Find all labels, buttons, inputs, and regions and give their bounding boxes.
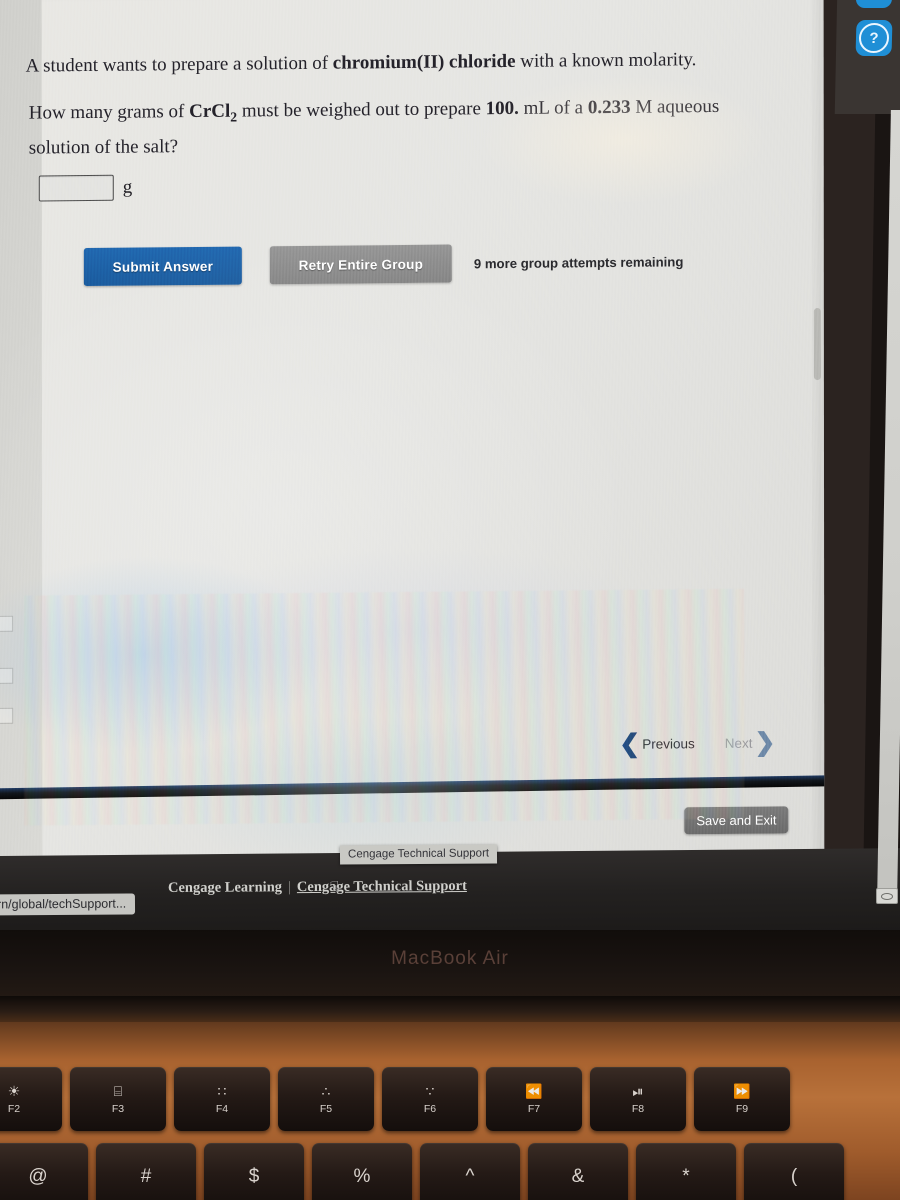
window-resize-icon[interactable] — [876, 888, 898, 904]
attempts-remaining-text: 9 more group attempts remaining — [473, 253, 684, 271]
key-f4-label: F4 — [215, 1103, 229, 1115]
question-prompt: How many grams of CrCl2 must be weighed … — [29, 92, 759, 163]
key-f3[interactable]: ⌸ F3 — [70, 1067, 166, 1131]
key-4[interactable]: $ — [204, 1143, 304, 1200]
key-5[interactable]: % — [312, 1143, 412, 1200]
footer-separator: | — [287, 879, 291, 896]
question-statement-post: with a known molarity. — [515, 49, 697, 72]
fast-forward-icon: ⏩ — [733, 1083, 751, 1099]
key-9-symbol: ( — [790, 1166, 798, 1187]
previous-button[interactable]: ❮ Previous — [619, 729, 695, 758]
technical-support-link[interactable]: Cengage Technical Support — [297, 878, 467, 895]
keyboard-backlight-down-icon: ∴ — [321, 1083, 331, 1099]
key-8[interactable]: * — [636, 1143, 736, 1200]
key-3-symbol: # — [140, 1166, 152, 1187]
footer: Cengage Learning | Cengage Technical Suppo… — [168, 878, 467, 897]
question-content: Use the References to access important v… — [26, 0, 780, 796]
key-7[interactable]: & — [528, 1143, 628, 1200]
help-button[interactable]: ? — [855, 20, 893, 56]
chevron-left-icon: ❮ — [619, 729, 641, 758]
key-f4[interactable]: ∷ F4 — [174, 1067, 270, 1131]
key-f5[interactable]: ∴ F5 — [278, 1067, 374, 1131]
next-button[interactable]: Next ❯ — [724, 728, 776, 757]
volume-value: 100. — [485, 97, 519, 120]
previous-label: Previous — [642, 735, 695, 752]
key-5-symbol: % — [353, 1166, 371, 1187]
key-f7[interactable]: ⏪ F7 — [486, 1067, 582, 1131]
question-statement-pre: A student wants to prepare a solution of — [25, 52, 333, 77]
laptop-hinge — [0, 996, 900, 1022]
key-f2-label: F2 — [7, 1103, 21, 1115]
screen-lower-bezel: MacBook Air — [0, 930, 900, 1002]
key-3[interactable]: # — [96, 1143, 196, 1200]
launchpad-icon: ∷ — [217, 1083, 227, 1099]
key-f8[interactable]: ⏯ F8 — [590, 1067, 686, 1131]
page-scrollbar-thumb[interactable] — [813, 307, 821, 381]
key-2[interactable]: @ — [0, 1143, 88, 1200]
answer-unit-label: g — [122, 176, 133, 198]
key-f2[interactable]: ☀ F2 — [0, 1067, 62, 1131]
formula-base: CrCl — [189, 100, 231, 123]
play-pause-icon: ⏯ — [632, 1083, 644, 1099]
mission-control-icon: ⌸ — [113, 1083, 123, 1099]
browser-status-bar: rn/global/techSupport... — [0, 893, 136, 916]
brightness-icon: ☀ — [7, 1083, 21, 1099]
laptop-screen: › ec Use the References to access import… — [0, 0, 900, 930]
question-statement: A student wants to prepare a solution of… — [26, 48, 786, 77]
prompt-part-b: must be weighed out to prepare — [237, 98, 486, 122]
concentration-value: 0.233 — [587, 96, 631, 119]
browser-page: › ec Use the References to access import… — [0, 0, 825, 912]
save-and-exit-button[interactable]: Save and Exit — [684, 806, 789, 835]
left-fragment-3 — [0, 707, 14, 725]
keyboard-number-row: @ # $ % ^ & * ( — [0, 1143, 844, 1200]
key-6-symbol: ^ — [465, 1166, 475, 1187]
chevron-right-icon: ❯ — [754, 728, 776, 757]
key-f9[interactable]: ⏩ F9 — [694, 1067, 790, 1131]
question-mark-icon: ? — [858, 23, 890, 53]
prompt-part-a: How many grams of — [28, 101, 190, 124]
photo-of-laptop-screen: › ec Use the References to access import… — [0, 0, 900, 1200]
submit-answer-button[interactable]: Submit Answer — [83, 246, 242, 287]
next-label: Next — [724, 735, 753, 751]
page-scrollbar-track[interactable] — [812, 0, 822, 903]
key-8-symbol: * — [682, 1166, 690, 1187]
keyboard-function-row: ☀ F2 ⌸ F3 ∷ F4 ∴ F5 ∵ F6 ⏪ F7 ⏯ F8 ⏩ F9 — [0, 1067, 790, 1131]
prompt-part-c: mL of a — [518, 97, 588, 119]
chemical-formula: CrCl2 — [189, 100, 237, 125]
left-fragment-2: ec — [0, 667, 14, 685]
footer-brand: Cengage Learning — [167, 879, 283, 897]
right-window-strip — [834, 0, 900, 114]
key-f3-label: F3 — [111, 1103, 125, 1115]
key-6[interactable]: ^ — [420, 1143, 520, 1200]
retry-entire-group-button[interactable]: Retry Entire Group — [269, 244, 452, 285]
key-f6-label: F6 — [423, 1103, 437, 1115]
rewind-icon: ⏪ — [525, 1083, 543, 1099]
key-9[interactable]: ( — [744, 1143, 844, 1200]
keyboard-backlight-up-icon: ∵ — [425, 1083, 435, 1099]
key-4-symbol: $ — [248, 1166, 260, 1187]
mouse-cursor-pointer-icon: ☟ — [329, 878, 340, 897]
left-fragment-1 — [0, 615, 14, 633]
question-navigation: ❮ Previous Next ❯ — [619, 728, 776, 758]
help-button-partial-above[interactable] — [855, 0, 893, 8]
key-7-symbol: & — [571, 1166, 585, 1187]
key-2-symbol: @ — [28, 1166, 48, 1187]
key-f9-label: F9 — [735, 1103, 749, 1115]
key-f8-label: F8 — [631, 1103, 645, 1115]
key-f5-label: F5 — [319, 1103, 333, 1115]
action-button-row: Submit Answer Retry Entire Group 9 more … — [83, 242, 684, 287]
key-f6[interactable]: ∵ F6 — [382, 1067, 478, 1131]
answer-row: g — [38, 174, 133, 202]
macbook-model-label: MacBook Air — [391, 948, 509, 969]
answer-input[interactable] — [38, 174, 114, 202]
key-f7-label: F7 — [527, 1103, 541, 1115]
question-compound-name: chromium(II) chloride — [332, 50, 516, 74]
link-tooltip: Cengage Technical Support — [339, 844, 498, 865]
